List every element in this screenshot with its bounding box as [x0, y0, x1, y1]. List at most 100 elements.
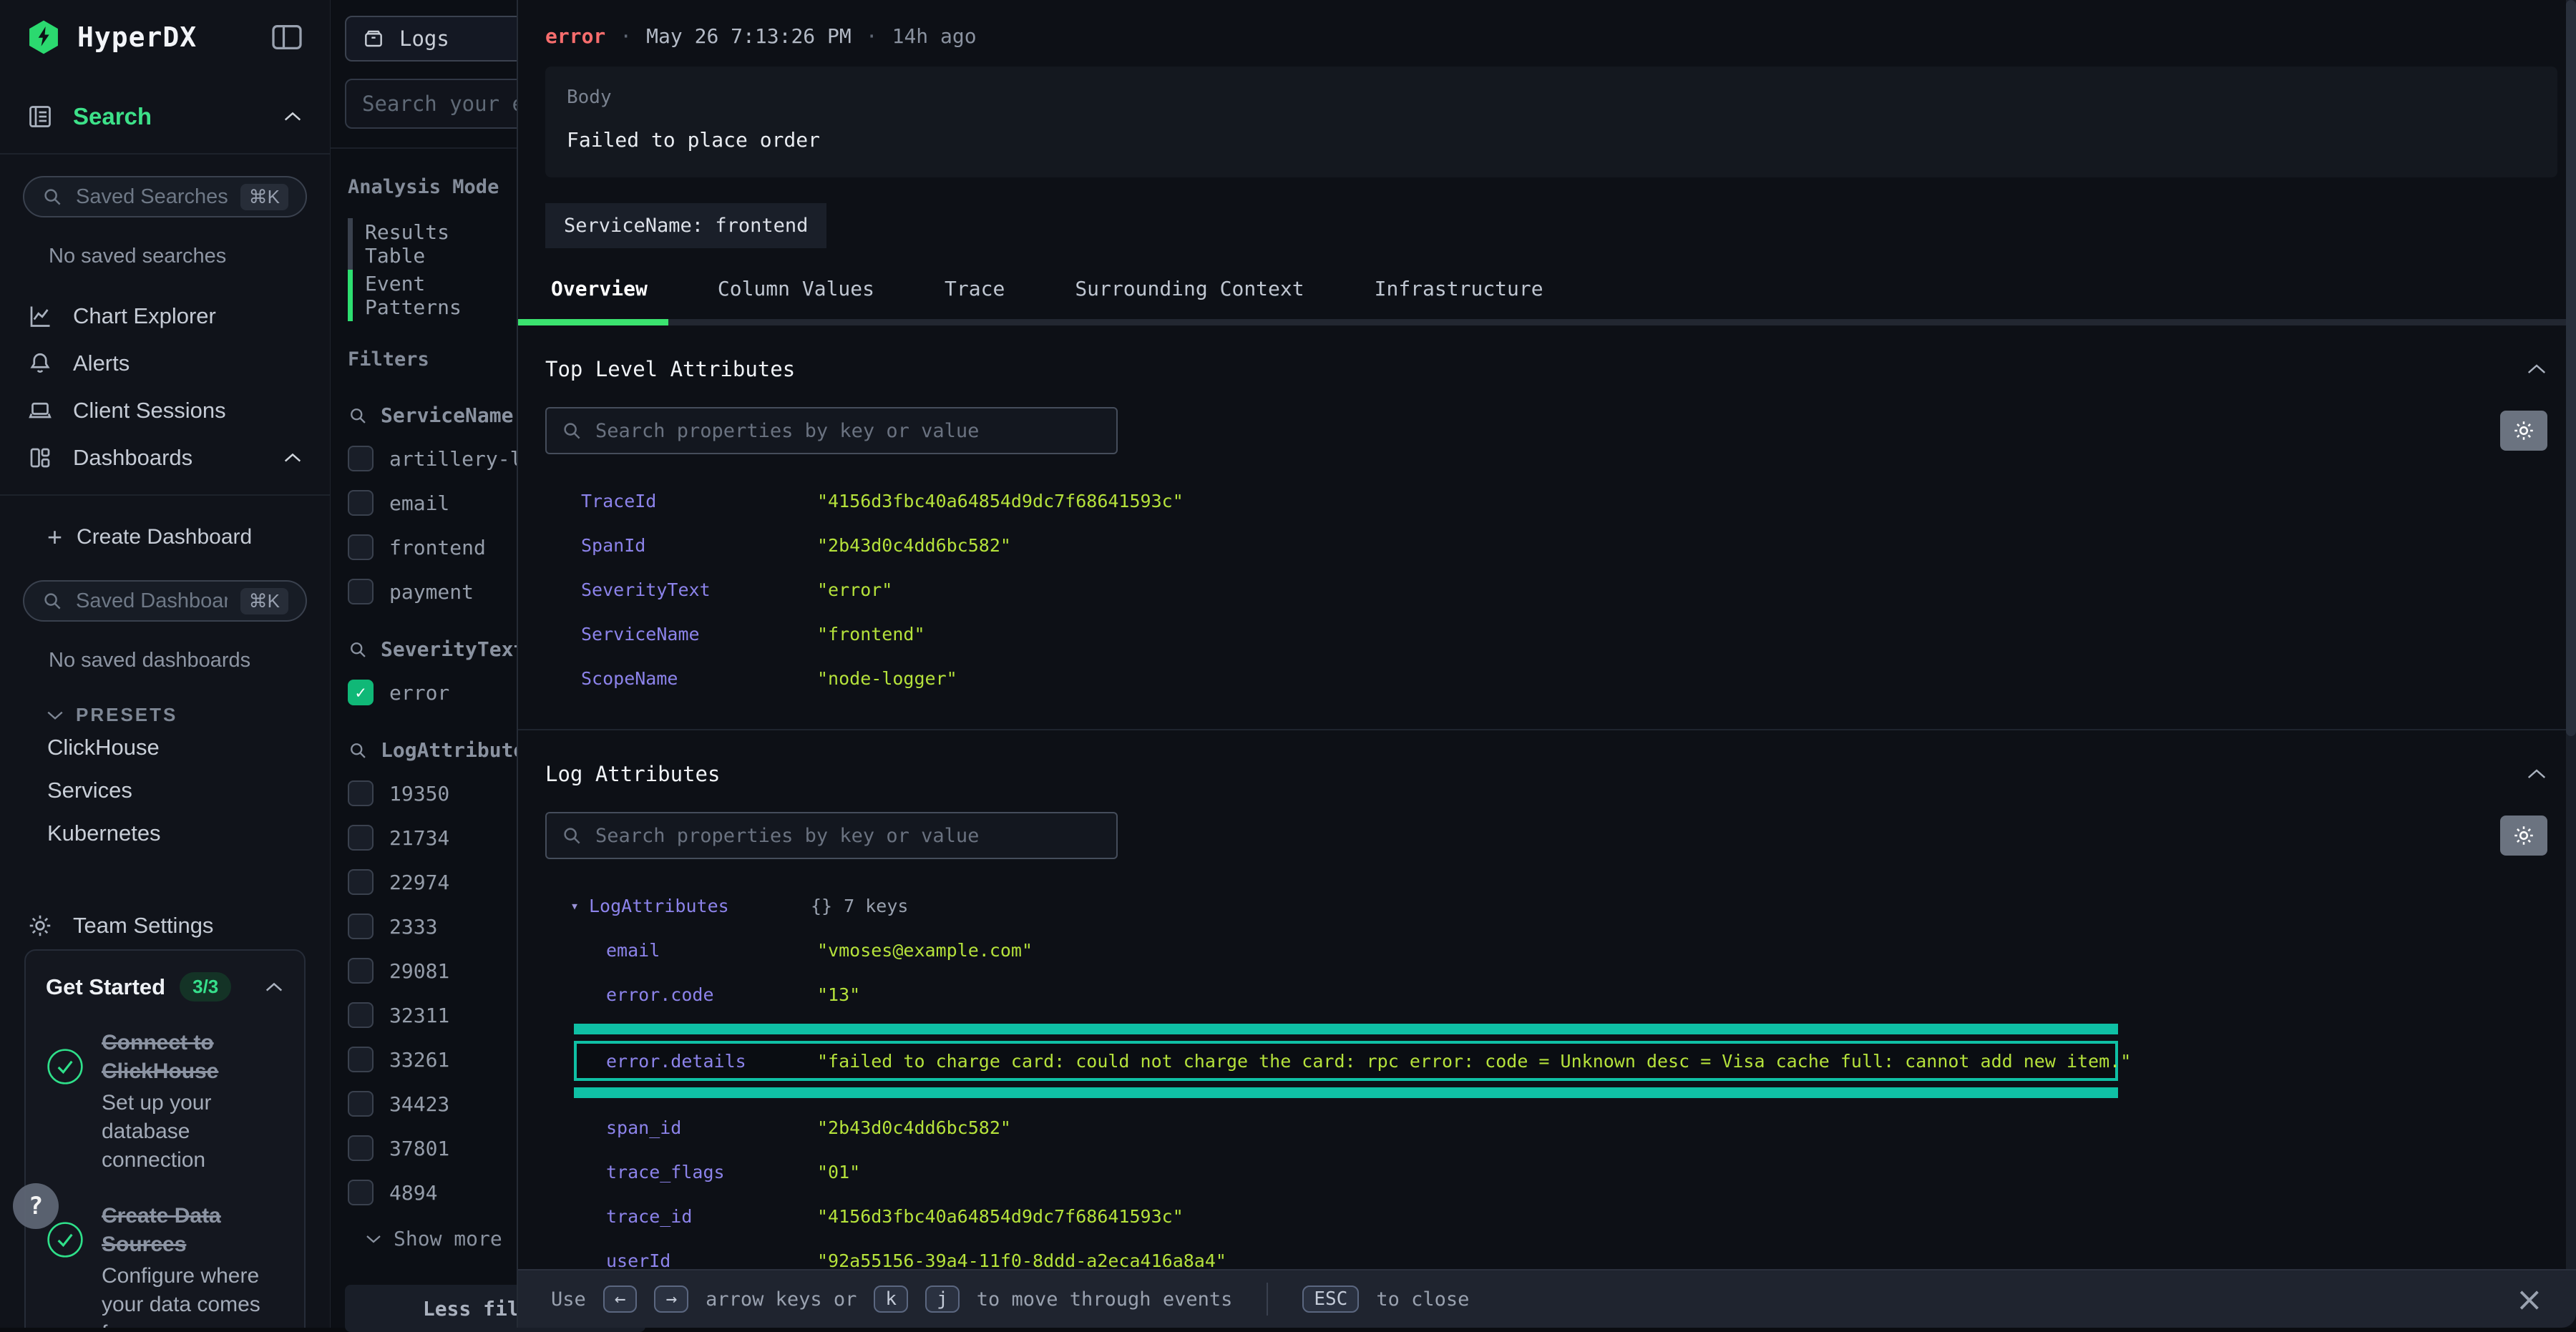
checkbox[interactable]: [348, 958, 374, 984]
checkbox[interactable]: [348, 680, 374, 705]
create-dashboard-button[interactable]: + Create Dashboard: [0, 516, 330, 559]
attribute-row[interactable]: trace_id "4156d3fbc40a64854d9dc7f6864159…: [606, 1200, 2547, 1233]
filter-option[interactable]: 29081: [348, 958, 517, 984]
attribute-value[interactable]: "92a55156-39a4-11f0-8ddd-a2eca416a8a4": [817, 1250, 1226, 1271]
checkbox[interactable]: [348, 446, 374, 471]
sidebar-item-search[interactable]: Search: [0, 93, 330, 140]
attribute-value[interactable]: "vmoses@example.com": [817, 940, 1033, 961]
tab[interactable]: Overview: [551, 277, 648, 319]
attribute-row[interactable]: ScopeName "node-logger": [581, 662, 2547, 695]
caret-down-icon[interactable]: ▾: [570, 897, 589, 914]
scrollbar-thumb[interactable]: [2566, 0, 2576, 736]
preset-dashboard-link[interactable]: ClickHouse: [0, 726, 330, 769]
filter-option[interactable]: email: [348, 490, 517, 516]
get-started-item[interactable]: Create Data Sources Configure where your…: [46, 1202, 284, 1328]
chevron-up-icon[interactable]: [283, 111, 303, 122]
show-more-button[interactable]: Show more: [365, 1227, 517, 1250]
property-search-field[interactable]: [595, 420, 1102, 442]
chevron-up-icon[interactable]: [264, 981, 284, 993]
attribute-key[interactable]: ScopeName: [581, 668, 817, 689]
filter-option[interactable]: payment: [348, 579, 517, 604]
saved-searches-input[interactable]: ⌘K: [23, 176, 307, 217]
checkbox[interactable]: [348, 1047, 374, 1072]
filter-option[interactable]: error: [348, 680, 517, 705]
attribute-value[interactable]: "4156d3fbc40a64854d9dc7f68641593c": [817, 1206, 1184, 1227]
attribute-key[interactable]: TraceId: [581, 491, 817, 511]
attribute-value[interactable]: "node-logger": [817, 668, 957, 689]
settings-gear-button[interactable]: [2500, 816, 2547, 856]
tab[interactable]: Trace: [945, 277, 1005, 319]
close-icon[interactable]: ×: [2515, 1283, 2543, 1316]
checkbox[interactable]: [348, 914, 374, 939]
search-icon[interactable]: [348, 740, 368, 760]
sidebar-item-client-sessions[interactable]: Client Sessions: [0, 387, 330, 434]
filter-option[interactable]: 34423: [348, 1091, 517, 1117]
search-icon[interactable]: [348, 406, 368, 426]
attribute-row[interactable]: SeverityText "error": [581, 573, 2547, 606]
property-search-field[interactable]: [595, 825, 1102, 847]
tab[interactable]: Column Values: [718, 277, 874, 319]
filter-option[interactable]: 33261: [348, 1047, 517, 1072]
attribute-row[interactable]: span_id "2b43d0c4dd6bc582": [606, 1111, 2547, 1144]
saved-searches-field[interactable]: [76, 185, 228, 209]
attribute-row[interactable]: error.details "failed to charge card: co…: [574, 1024, 2118, 1098]
get-started-item[interactable]: Connect to ClickHouse Set up your databa…: [46, 1029, 284, 1175]
checkbox[interactable]: [348, 534, 374, 560]
filter-option[interactable]: 37801: [348, 1135, 517, 1161]
attribute-key[interactable]: error.details: [606, 1051, 817, 1072]
attribute-value[interactable]: "frontend": [817, 624, 925, 645]
sidebar-item-chart-explorer[interactable]: Chart Explorer: [0, 293, 330, 340]
property-search-input[interactable]: [545, 407, 1118, 454]
filter-option[interactable]: 2333: [348, 914, 517, 939]
attribute-row[interactable]: SpanId "2b43d0c4dd6bc582": [581, 529, 2547, 562]
attribute-row[interactable]: trace_flags "01": [606, 1155, 2547, 1188]
filter-option[interactable]: frontend: [348, 534, 517, 560]
service-name-tag[interactable]: ServiceName: frontend: [545, 203, 826, 248]
filter-option[interactable]: 19350: [348, 780, 517, 806]
saved-dashboards-input[interactable]: ⌘K: [23, 580, 307, 622]
chevron-up-icon[interactable]: [2526, 363, 2547, 376]
property-search-input[interactable]: [545, 812, 1118, 859]
filter-option[interactable]: 4894: [348, 1180, 517, 1205]
scrollbar[interactable]: [2566, 0, 2576, 1269]
attribute-key[interactable]: trace_flags: [606, 1162, 817, 1182]
attribute-key[interactable]: SeverityText: [581, 579, 817, 600]
logattributes-tree-root[interactable]: ▾ LogAttributes {} 7 keys: [570, 889, 2547, 922]
chevron-up-icon[interactable]: [2526, 768, 2547, 780]
filter-option[interactable]: artillery-loa: [348, 446, 517, 471]
checkbox[interactable]: [348, 825, 374, 851]
attribute-value[interactable]: "4156d3fbc40a64854d9dc7f68641593c": [817, 491, 1184, 511]
attribute-key[interactable]: userId: [606, 1250, 817, 1271]
sidebar-item-alerts[interactable]: Alerts: [0, 340, 330, 387]
saved-dashboards-field[interactable]: [76, 589, 228, 613]
attribute-key[interactable]: error.code: [606, 984, 817, 1005]
checkbox[interactable]: [348, 1002, 374, 1028]
attribute-value[interactable]: "failed to charge card: could not charge…: [817, 1051, 2131, 1072]
analysis-mode-option[interactable]: Event Patterns: [331, 270, 517, 321]
sidebar-item-dashboards[interactable]: Dashboards: [0, 434, 330, 481]
filter-option[interactable]: 32311: [348, 1002, 517, 1028]
sidebar-item-team-settings[interactable]: Team Settings: [0, 902, 330, 949]
help-button[interactable]: ?: [13, 1183, 59, 1229]
attribute-key[interactable]: email: [606, 940, 817, 961]
attribute-value[interactable]: "13": [817, 984, 860, 1005]
checkbox[interactable]: [348, 490, 374, 516]
presets-toggle[interactable]: PRESETS: [46, 704, 330, 726]
checkbox[interactable]: [348, 579, 374, 604]
filter-option[interactable]: 22974: [348, 869, 517, 895]
filter-option[interactable]: 21734: [348, 825, 517, 851]
preset-dashboard-link[interactable]: Kubernetes: [0, 812, 330, 855]
tab[interactable]: Surrounding Context: [1075, 277, 1304, 319]
sidebar-collapse-icon[interactable]: [271, 24, 303, 51]
checkbox[interactable]: [348, 780, 374, 806]
search-icon[interactable]: [348, 640, 368, 660]
checkbox[interactable]: [348, 869, 374, 895]
preset-dashboard-link[interactable]: Services: [0, 769, 330, 812]
attribute-value[interactable]: "2b43d0c4dd6bc582": [817, 1117, 1011, 1138]
attribute-value[interactable]: "01": [817, 1162, 860, 1182]
attribute-value[interactable]: "error": [817, 579, 892, 600]
checkbox[interactable]: [348, 1091, 374, 1117]
attribute-key[interactable]: ServiceName: [581, 624, 817, 645]
attribute-row[interactable]: TraceId "4156d3fbc40a64854d9dc7f68641593…: [581, 484, 2547, 517]
attribute-key[interactable]: trace_id: [606, 1206, 817, 1227]
